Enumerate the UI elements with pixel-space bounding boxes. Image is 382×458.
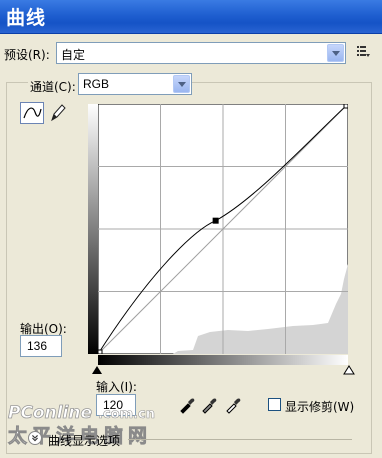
chevron-down-icon[interactable] (173, 75, 190, 93)
preset-label: 预设(R): (4, 48, 50, 62)
title-bar: 曲线 (0, 0, 382, 34)
curve-endpoint-black[interactable] (98, 349, 103, 354)
channel-label: 通道(C): (28, 78, 78, 95)
expand-options-icon[interactable] (28, 431, 42, 445)
preset-dropdown[interactable]: 自定 (56, 42, 346, 64)
input-field[interactable]: 120 (96, 394, 136, 416)
pencil-tool-icon[interactable] (47, 102, 67, 124)
input-gradient-bar (98, 355, 348, 365)
window-title: 曲线 (6, 7, 47, 29)
show-clipping-checkbox[interactable] (268, 398, 281, 411)
output-field[interactable]: 136 (20, 335, 62, 357)
black-eyedropper-icon[interactable] (178, 396, 196, 414)
show-clipping-label[interactable]: 显示修剪(W) (285, 398, 354, 415)
panel-menu-icon[interactable] (356, 44, 370, 58)
curve-control-point[interactable] (212, 217, 219, 224)
chevron-down-icon[interactable] (327, 44, 344, 62)
input-label: 输入(I): (96, 380, 137, 394)
channel-dropdown[interactable]: RGB (78, 73, 192, 95)
curve-icon (23, 107, 42, 119)
curve-endpoint-white[interactable] (343, 104, 348, 109)
curve-tool-button[interactable] (20, 102, 44, 124)
white-eyedropper-icon[interactable] (224, 396, 242, 414)
white-point-slider[interactable] (343, 365, 355, 375)
curves-graph[interactable] (98, 104, 348, 354)
curve-display-options-label[interactable]: 曲线显示选项 (48, 432, 120, 449)
channel-value: RGB (83, 77, 110, 91)
preset-value: 自定 (61, 48, 86, 62)
gray-eyedropper-icon[interactable] (200, 396, 218, 414)
input-value: 120 (103, 398, 124, 412)
black-point-slider[interactable] (91, 365, 103, 375)
output-value: 136 (27, 339, 48, 353)
options-divider (128, 439, 352, 440)
output-gradient-bar (88, 104, 98, 354)
